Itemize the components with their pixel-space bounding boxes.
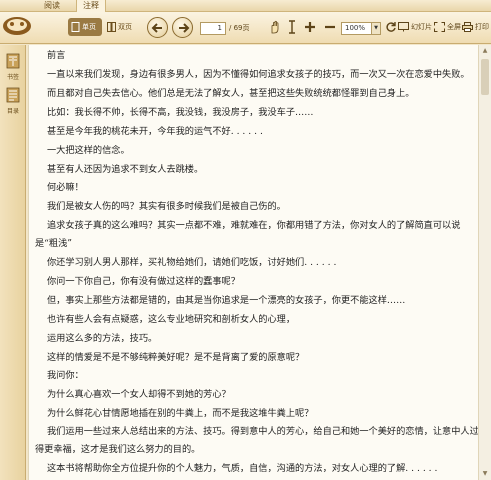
text-line: 得更幸福，这才是我们这么努力的目的。 bbox=[35, 444, 201, 455]
text-line: 甚至有人还因为追求不到女人去跳楼。 bbox=[47, 164, 204, 175]
text-line: 甚至是今年我的桃花未开，今年我的运气不好. . . . . . bbox=[47, 126, 263, 137]
page-total: / 69页 bbox=[229, 24, 250, 32]
text-line: 也许有些人会有点疑惑，这么专业地研究和剖析女人的心理， bbox=[47, 314, 296, 325]
text-line: 我们运用一些过来人总结出来的方法、技巧。得到意中人的芳心，给自己和她一个美好的恋… bbox=[47, 426, 478, 437]
single-page-label: 单页 bbox=[82, 23, 96, 31]
chevron-down-icon[interactable]: ▼ bbox=[371, 23, 380, 34]
text-line: 追求女孩子真的这么难吗？其实一点都不难，难就难在，你都用错了方法，你对女人的了解… bbox=[47, 220, 461, 231]
sidebar-item-bookmarks[interactable]: 书签 bbox=[0, 51, 26, 81]
prev-page-button[interactable] bbox=[147, 17, 168, 38]
text-line: 运用这么多的方法，技巧。 bbox=[47, 333, 158, 344]
text-line: 你还学习别人男人那样，买礼物给她们，请她们吃饭，讨好她们. . . . . . bbox=[47, 257, 337, 268]
fullscreen-icon bbox=[434, 22, 445, 32]
preface-heading: 前言 bbox=[47, 50, 66, 61]
title-bar: 阅读 注释 bbox=[0, 0, 491, 12]
text-line: 为什么真心喜欢一个女人却得不到她的芳心？ bbox=[47, 389, 231, 400]
arrow-right-icon bbox=[179, 23, 190, 33]
text-line: 我们是被女人伤的吗？其实有很多时候我们是被自己伤的。 bbox=[47, 201, 286, 212]
print-label: 打印 bbox=[475, 23, 489, 31]
sidebar-item-label: 目录 bbox=[6, 108, 19, 115]
text-line: 比如：我长得不帅，长得不高，我没钱，我没房子，我没车子…… bbox=[47, 107, 314, 118]
fullscreen-button[interactable]: 全屏 bbox=[434, 18, 461, 36]
document-page: 前言 一直以来我们发现，身边有很多男人，因为不懂得如何追求女孩子的技巧，而一次又… bbox=[28, 45, 478, 480]
page-number-input[interactable]: 1 bbox=[200, 22, 226, 35]
zoom-select[interactable]: 100% ▼ bbox=[341, 22, 381, 35]
fullscreen-label: 全屏 bbox=[447, 23, 461, 31]
text-line: 这样的情爱是不是不够纯粹美好呢？是不是背离了爱的原意呢？ bbox=[47, 352, 305, 363]
slideshow-button[interactable]: 幻灯片 bbox=[398, 18, 432, 36]
toolbar: 单页 双页 1 / 69页 100% ▼ 幻灯片 全屏 打印 bbox=[0, 12, 491, 44]
vertical-scrollbar[interactable]: ▲ ▼ bbox=[478, 45, 491, 480]
text-line: 一直以来我们发现，身边有很多男人，因为不懂得如何追求女孩子的技巧，而一次又一次在… bbox=[47, 69, 470, 80]
text-line: 这本书将帮助你全方位提升你的个人魅力，气质，自信，沟通的方法，对女人心理的了解.… bbox=[47, 463, 438, 474]
text-line: 我问你： bbox=[47, 370, 84, 381]
zoom-in-icon[interactable] bbox=[303, 20, 317, 34]
single-page-icon bbox=[71, 22, 80, 32]
scroll-down-icon[interactable]: ▼ bbox=[481, 470, 489, 478]
bookmark-icon bbox=[6, 53, 20, 69]
double-page-button[interactable]: 双页 bbox=[104, 18, 138, 36]
text-line: 你问一下你自己，你有没有做过这样的蠢事呢？ bbox=[47, 276, 240, 287]
scroll-thumb[interactable] bbox=[481, 59, 489, 95]
arrow-left-icon bbox=[151, 23, 162, 33]
select-tool-icon[interactable] bbox=[285, 20, 299, 34]
scroll-up-icon[interactable]: ▲ bbox=[481, 47, 489, 55]
app-logo-icon bbox=[0, 12, 34, 44]
hand-tool-icon[interactable] bbox=[268, 20, 282, 34]
sidebar-item-label: 书签 bbox=[6, 74, 19, 81]
text-line: 一大把这样的信念。 bbox=[47, 145, 130, 156]
print-icon bbox=[462, 22, 473, 32]
zoom-out-icon[interactable] bbox=[323, 20, 337, 34]
text-line: 但，事实上那些方法都是错的，由其是当你追求是一个漂亮的女孩子，你更不能这样…… bbox=[47, 295, 406, 306]
tab-annotate[interactable]: 注释 bbox=[76, 0, 106, 12]
next-page-button[interactable] bbox=[172, 17, 193, 38]
double-page-icon bbox=[107, 22, 116, 32]
tab-read[interactable]: 阅读 bbox=[38, 0, 66, 12]
slideshow-icon bbox=[398, 22, 409, 32]
text-line: 何必嘛！ bbox=[47, 182, 84, 193]
sidebar: 书签 目录 bbox=[0, 45, 26, 480]
sidebar-item-toc[interactable]: 目录 bbox=[0, 85, 26, 115]
toc-icon bbox=[6, 87, 20, 103]
single-page-button[interactable]: 单页 bbox=[68, 18, 102, 36]
slideshow-label: 幻灯片 bbox=[411, 23, 432, 31]
text-line: 为什么鲜花心甘情愿地插在别的牛粪上，而不是我这堆牛粪上呢？ bbox=[47, 408, 314, 419]
zoom-value: 100% bbox=[345, 24, 366, 32]
print-button[interactable]: 打印 bbox=[462, 18, 489, 36]
text-line: 而且都对自己失去信心。他们总是无法了解女人，甚至把这些失败统统都怪罪到自己身上。 bbox=[47, 88, 415, 99]
text-line: 是“粗浅” bbox=[35, 238, 72, 249]
double-page-label: 双页 bbox=[118, 23, 132, 31]
rotate-icon[interactable] bbox=[385, 21, 397, 33]
